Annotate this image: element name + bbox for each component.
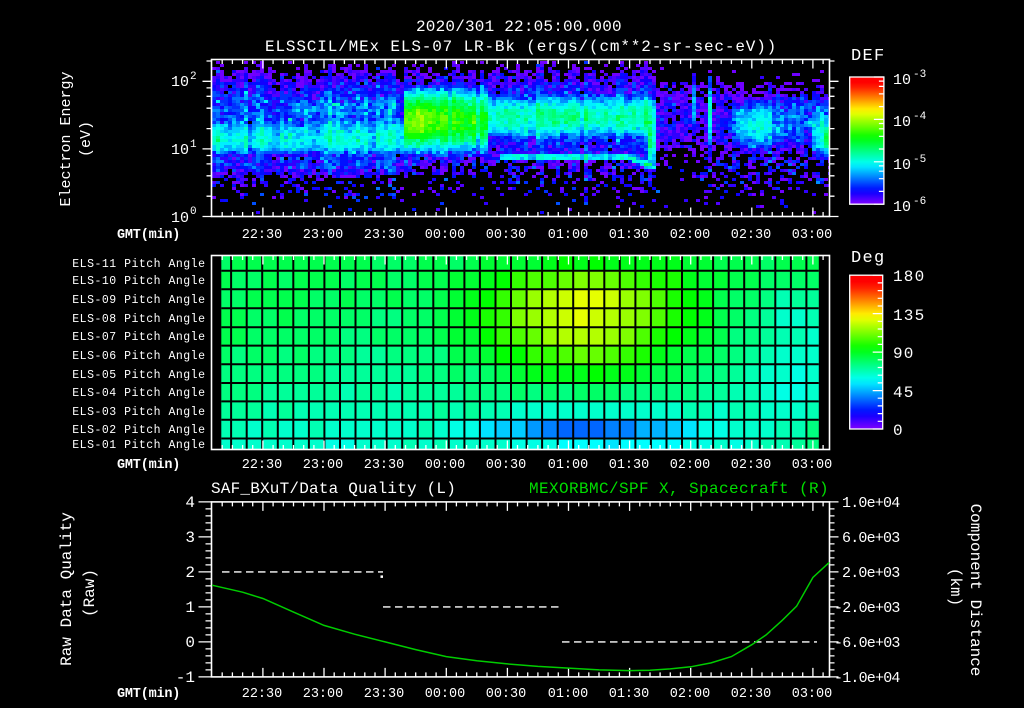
- svg-text:00:00: 00:00: [425, 458, 466, 473]
- svg-text:-4: -4: [913, 111, 927, 123]
- svg-text:0: 0: [893, 422, 904, 440]
- svg-text:-1.0e+04: -1.0e+04: [834, 670, 900, 687]
- svg-text:02:30: 02:30: [731, 228, 772, 243]
- svg-text:00:00: 00:00: [425, 228, 466, 243]
- svg-text:00:30: 00:30: [486, 687, 527, 702]
- svg-text:02:30: 02:30: [731, 458, 772, 473]
- svg-text:ELS-10 Pitch Angle: ELS-10 Pitch Angle: [72, 275, 205, 288]
- svg-text:90: 90: [893, 345, 915, 363]
- svg-text:-2.0e+03: -2.0e+03: [834, 600, 900, 617]
- svg-text:2020/301 22:05:00.000: 2020/301 22:05:00.000: [416, 18, 622, 36]
- svg-text:01:30: 01:30: [609, 228, 650, 243]
- svg-text:180: 180: [893, 268, 925, 286]
- svg-text:Component Distance: Component Distance: [966, 504, 984, 677]
- svg-text:22:30: 22:30: [242, 687, 283, 702]
- svg-text:02:00: 02:00: [670, 687, 711, 702]
- svg-text:135: 135: [893, 307, 925, 325]
- svg-text:ELS-05 Pitch Angle: ELS-05 Pitch Angle: [72, 369, 205, 382]
- svg-text:(eV): (eV): [78, 121, 95, 157]
- svg-text:23:00: 23:00: [303, 458, 344, 473]
- svg-text:1: 1: [190, 139, 197, 151]
- svg-text:23:30: 23:30: [364, 228, 405, 243]
- svg-text:01:30: 01:30: [609, 687, 650, 702]
- svg-text:Deg: Deg: [851, 249, 886, 268]
- svg-text:22:30: 22:30: [242, 458, 283, 473]
- svg-text:6.0e+03: 6.0e+03: [842, 530, 900, 547]
- svg-text:-6: -6: [913, 196, 926, 208]
- svg-text:GMT(min): GMT(min): [117, 228, 180, 243]
- svg-text:3: 3: [185, 529, 195, 547]
- svg-text:10: 10: [171, 210, 189, 227]
- svg-text:10: 10: [171, 74, 189, 91]
- svg-text:23:30: 23:30: [364, 687, 405, 702]
- svg-text:01:00: 01:00: [548, 687, 589, 702]
- svg-text:SAF_BXuT/Data Quality (L): SAF_BXuT/Data Quality (L): [211, 480, 456, 498]
- svg-text:01:30: 01:30: [609, 458, 650, 473]
- svg-text:00:30: 00:30: [486, 458, 527, 473]
- svg-text:ELS-03 Pitch Angle: ELS-03 Pitch Angle: [72, 406, 205, 419]
- svg-text:ELS-04 Pitch Angle: ELS-04 Pitch Angle: [72, 387, 205, 400]
- svg-text:10: 10: [893, 199, 911, 216]
- svg-text:(Raw): (Raw): [81, 569, 99, 617]
- svg-text:02:00: 02:00: [670, 458, 711, 473]
- svg-text:GMT(min): GMT(min): [117, 458, 180, 473]
- svg-text:2: 2: [185, 564, 195, 582]
- svg-text:01:00: 01:00: [548, 228, 589, 243]
- svg-text:(km): (km): [946, 568, 964, 606]
- svg-text:01:00: 01:00: [548, 458, 589, 473]
- svg-text:2: 2: [190, 71, 197, 83]
- svg-text:02:30: 02:30: [731, 687, 772, 702]
- svg-text:-1: -1: [176, 669, 195, 687]
- svg-text:4: 4: [185, 494, 195, 512]
- svg-text:23:00: 23:00: [303, 228, 344, 243]
- svg-text:0: 0: [190, 206, 197, 218]
- svg-text:-5: -5: [913, 154, 926, 166]
- svg-text:03:00: 03:00: [792, 458, 833, 473]
- svg-text:10: 10: [893, 114, 911, 131]
- svg-text:1.0e+04: 1.0e+04: [842, 495, 900, 512]
- svg-text:0: 0: [185, 634, 195, 652]
- svg-text:MEXORBMC/SPF X, Spacecraft (R): MEXORBMC/SPF X, Spacecraft (R): [529, 480, 829, 498]
- svg-text:2.0e+03: 2.0e+03: [842, 565, 900, 582]
- svg-text:10: 10: [893, 157, 911, 174]
- svg-text:45: 45: [893, 384, 915, 402]
- svg-text:ELS-02 Pitch Angle: ELS-02 Pitch Angle: [72, 424, 205, 437]
- svg-text:-6.0e+03: -6.0e+03: [834, 635, 900, 652]
- svg-text:22:30: 22:30: [242, 228, 283, 243]
- svg-text:10: 10: [893, 72, 911, 89]
- svg-text:ELS-11 Pitch Angle: ELS-11 Pitch Angle: [72, 258, 205, 271]
- svg-text:1: 1: [185, 599, 195, 617]
- svg-text:00:00: 00:00: [425, 687, 466, 702]
- svg-text:DEF: DEF: [851, 47, 886, 66]
- svg-text:02:00: 02:00: [670, 228, 711, 243]
- svg-text:23:30: 23:30: [364, 458, 405, 473]
- svg-text:ELS-06 Pitch Angle: ELS-06 Pitch Angle: [72, 350, 205, 363]
- svg-text:23:00: 23:00: [303, 687, 344, 702]
- svg-text:Electron Energy: Electron Energy: [58, 71, 75, 206]
- svg-text:Raw Data Quality: Raw Data Quality: [58, 512, 76, 666]
- svg-text:10: 10: [171, 142, 189, 159]
- svg-text:ELS-09 Pitch Angle: ELS-09 Pitch Angle: [72, 294, 205, 307]
- svg-text:ELS-01 Pitch Angle: ELS-01 Pitch Angle: [72, 439, 205, 452]
- svg-text:00:30: 00:30: [486, 228, 527, 243]
- svg-text:03:00: 03:00: [792, 228, 833, 243]
- svg-text:ELS-08 Pitch Angle: ELS-08 Pitch Angle: [72, 313, 205, 326]
- svg-text:ELS-07 Pitch Angle: ELS-07 Pitch Angle: [72, 331, 205, 344]
- svg-text:03:00: 03:00: [792, 687, 833, 702]
- svg-text:ELSSCIL/MEx ELS-07 LR-Bk (erg: ELSSCIL/MEx ELS-07 LR-Bk (ergs/(cm**2-sr…: [265, 38, 777, 56]
- svg-text:GMT(min): GMT(min): [117, 687, 180, 702]
- svg-text:-3: -3: [913, 69, 926, 81]
